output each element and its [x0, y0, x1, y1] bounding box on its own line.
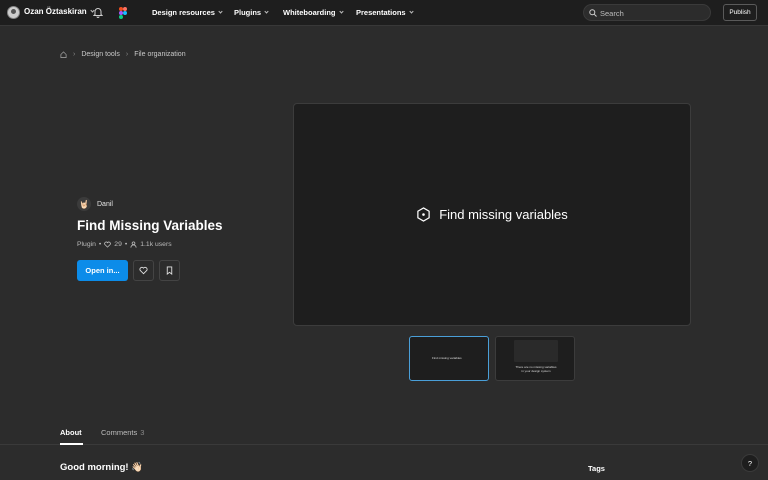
- chevron-down-icon: [218, 9, 223, 14]
- thumbnail-text: Find missing variables: [432, 356, 462, 360]
- user-name: Ozan Öztaskiran: [24, 7, 87, 16]
- nav-presentations[interactable]: Presentations: [356, 8, 414, 17]
- meta-separator: •: [98, 241, 102, 248]
- tab-comments[interactable]: Comments 3: [101, 428, 144, 437]
- heart-icon: [104, 241, 112, 248]
- users-count: 1.1k users: [140, 241, 172, 248]
- author[interactable]: 🤘🏻 Danil: [77, 197, 113, 211]
- nav-design-resources[interactable]: Design resources: [152, 8, 223, 17]
- home-icon[interactable]: [60, 51, 67, 58]
- breadcrumb-design-tools[interactable]: Design tools: [81, 51, 120, 58]
- thumbnail-ui-mock: [514, 340, 558, 362]
- heart-icon: [139, 266, 148, 275]
- tab-about[interactable]: About: [60, 428, 82, 437]
- search-input[interactable]: [600, 7, 700, 19]
- chevron-down-icon: [264, 9, 269, 14]
- breadcrumb: › Design tools › File organization: [60, 51, 186, 58]
- thumbnail-1[interactable]: Find missing variables: [409, 336, 489, 381]
- about-heading: Good morning! 👋🏻: [60, 462, 144, 473]
- user-menu[interactable]: Ozan Öztaskiran: [24, 7, 95, 16]
- likes-count: 29: [114, 241, 122, 248]
- bookmark-icon: [166, 266, 173, 275]
- thumbnail-2[interactable]: There are no missing variables in your d…: [495, 336, 575, 381]
- like-button[interactable]: [133, 260, 154, 281]
- chevron-down-icon: [408, 9, 414, 14]
- top-bar: Ozan Öztaskiran Design resources Plugins…: [0, 0, 768, 26]
- meta-separator: •: [124, 241, 128, 248]
- plugin-title: Find Missing Variables: [77, 218, 223, 233]
- preview-image: Find missing variables: [293, 103, 691, 326]
- publish-button[interactable]: Publish: [723, 4, 757, 21]
- chevron-down-icon: [338, 9, 344, 14]
- open-in-button[interactable]: Open in...: [77, 260, 128, 281]
- nav-plugins[interactable]: Plugins: [234, 8, 269, 17]
- search-icon: [589, 9, 597, 17]
- plugin-meta: Plugin • 29 • 1.1k users: [77, 241, 172, 248]
- user-icon: [130, 241, 137, 248]
- chevron-right-icon: ›: [73, 51, 76, 58]
- tags-heading: Tags: [588, 464, 605, 473]
- search-box[interactable]: [583, 4, 711, 21]
- hexagon-icon: [417, 207, 430, 222]
- chevron-right-icon: ›: [125, 51, 129, 58]
- user-avatar[interactable]: [7, 6, 20, 19]
- save-button[interactable]: [159, 260, 180, 281]
- bell-icon[interactable]: [93, 7, 103, 18]
- help-button[interactable]: ?: [741, 454, 759, 472]
- plugin-type: Plugin: [77, 241, 96, 248]
- author-avatar: 🤘🏻: [77, 197, 91, 211]
- author-name: Danil: [97, 200, 113, 208]
- breadcrumb-file-organization[interactable]: File organization: [134, 51, 185, 58]
- figma-logo[interactable]: [119, 7, 127, 19]
- comments-count: 3: [140, 428, 145, 437]
- preview-title: Find missing variables: [439, 207, 568, 222]
- thumbnail-text: There are no missing variables in your d…: [515, 365, 557, 373]
- tab-bar: About Comments 3: [0, 421, 768, 445]
- active-tab-indicator: [60, 443, 83, 445]
- nav-whiteboarding[interactable]: Whiteboarding: [283, 8, 344, 17]
